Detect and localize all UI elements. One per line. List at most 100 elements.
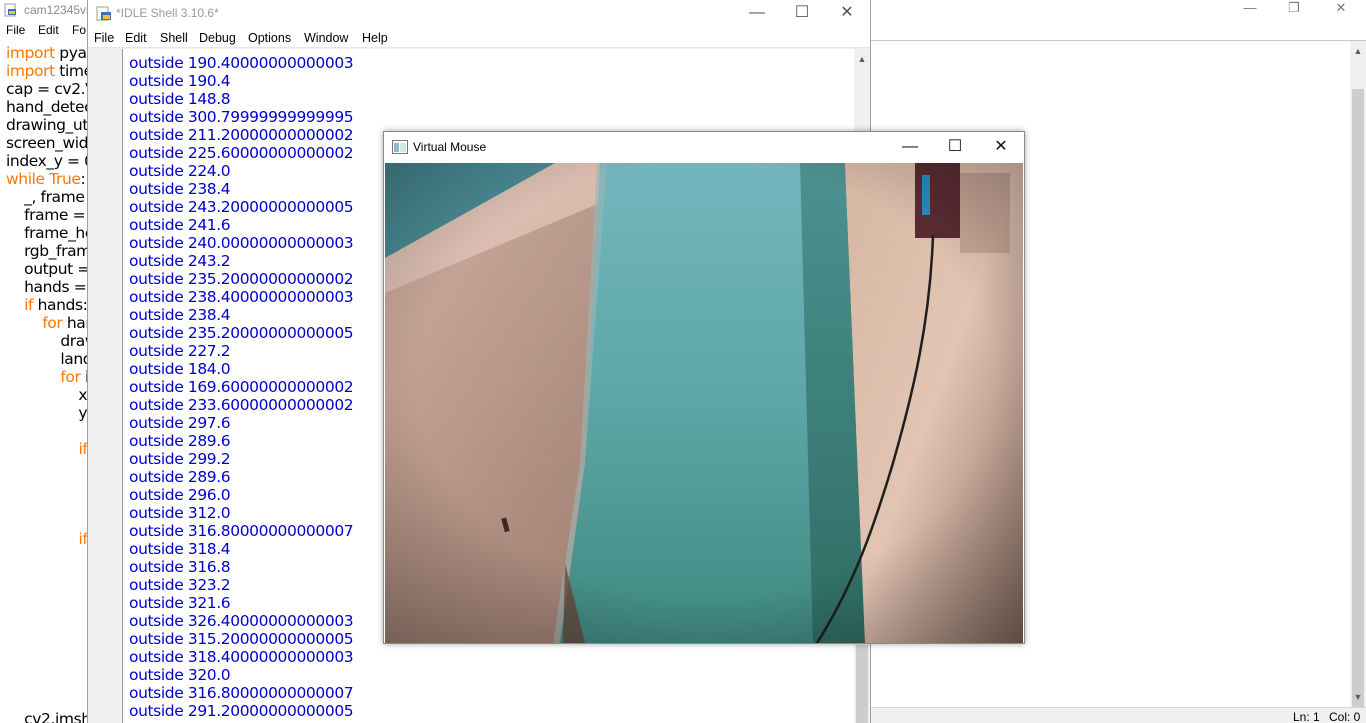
close-icon[interactable]: ✕	[1318, 0, 1364, 18]
editor-vertical-scrollbar[interactable]: ▲ ▼	[1350, 41, 1366, 708]
shell-output-line: outside 190.40000000000003	[129, 54, 354, 72]
shell-output-line: outside 190.4	[129, 72, 231, 90]
code-keyword: while True	[6, 170, 81, 188]
editor-status-bar: Ln: 1 Col: 0	[870, 707, 1366, 723]
shell-menu-window[interactable]: Window	[304, 31, 348, 45]
shell-output-line: outside 297.6	[129, 414, 231, 432]
code-text: :	[80, 170, 86, 188]
code-text: frame = c	[6, 206, 90, 224]
virtual-mouse-titlebar[interactable]: Virtual Mouse — ☐ ✕	[384, 132, 1024, 163]
shell-output-line: outside 318.4	[129, 540, 231, 558]
shell-output-line: outside 235.20000000000005	[129, 324, 354, 342]
code-line: frame_he	[6, 224, 90, 242]
code-text: hands = c	[6, 278, 90, 296]
shell-output-line: outside 238.4	[129, 306, 231, 324]
shell-output-line: outside 235.20000000000002	[129, 270, 354, 288]
code-line: if hands:	[6, 296, 88, 314]
code-line: if i	[6, 440, 90, 458]
shell-menu-shell[interactable]: Shell	[160, 31, 188, 45]
shell-output-line: outside 243.20000000000005	[129, 198, 354, 216]
code-text: han	[66, 314, 90, 332]
minimize-icon[interactable]: —	[1227, 0, 1273, 18]
shell-menu-edit[interactable]: Edit	[125, 31, 147, 45]
code-text: _, frame =	[24, 188, 90, 206]
webcam-feed-image	[385, 163, 1023, 643]
shell-menu-help[interactable]: Help	[362, 31, 388, 45]
editor-window-title: cam12345vm	[24, 3, 97, 17]
code-line: drawing_uti	[6, 116, 90, 134]
code-text: draw	[6, 332, 90, 350]
shell-menu-options[interactable]: Options	[248, 31, 291, 45]
editor-scroll-thumb[interactable]	[1352, 89, 1364, 708]
code-keyword: import	[6, 44, 55, 62]
code-line: while True:	[6, 170, 86, 188]
shell-scroll-thumb[interactable]	[856, 645, 868, 723]
virtual-mouse-title: Virtual Mouse	[413, 140, 487, 154]
editor-menu-file[interactable]: File	[6, 23, 25, 37]
editor-menu-edit[interactable]: Edit	[38, 23, 59, 37]
shell-output-line: outside 289.6	[129, 468, 231, 486]
editor-code-area[interactable]: import pyauimport timecap = cv2.Vhand_de…	[6, 44, 90, 723]
shell-window-title: *IDLE Shell 3.10.6*	[116, 6, 219, 20]
shell-output-line: outside 300.79999999999995	[129, 108, 354, 126]
code-text: drawing_uti	[6, 116, 90, 134]
scroll-up-arrow-icon[interactable]: ▲	[854, 51, 870, 67]
code-text: cv2.imsho	[24, 710, 90, 723]
code-text: hand_detec	[6, 98, 90, 116]
shell-output-line: outside 233.60000000000002	[129, 396, 354, 414]
close-icon[interactable]: ✕	[824, 0, 870, 28]
code-keyword: import	[6, 62, 55, 80]
minimize-icon[interactable]: —	[887, 132, 933, 162]
code-text: frame_he	[6, 224, 90, 242]
shell-menu-file[interactable]: File	[94, 31, 114, 45]
code-text: output = h	[24, 260, 90, 278]
code-line: draw	[6, 332, 90, 350]
close-icon[interactable]: ✕	[978, 132, 1024, 162]
shell-menu-debug[interactable]: Debug	[199, 31, 236, 45]
maximize-icon[interactable]: ☐	[932, 132, 978, 162]
minimize-icon[interactable]: —	[734, 0, 780, 28]
shell-output-line: outside 211.20000000000002	[129, 126, 354, 144]
code-text: cap = cv2.V	[6, 80, 90, 98]
maximize-icon[interactable]: ☐	[779, 0, 825, 28]
code-line: for ic	[6, 368, 90, 386]
python-file-icon	[4, 3, 18, 17]
code-text: x =	[78, 386, 88, 404]
code-text: rgb_fram	[6, 242, 90, 260]
shell-output-line: outside 289.6	[129, 432, 231, 450]
editor-menu-format[interactable]: Fo	[72, 23, 86, 37]
shell-output-line: outside 238.40000000000003	[129, 288, 354, 306]
code-text: hands:	[33, 296, 88, 314]
restore-icon[interactable]: ❐	[1271, 0, 1317, 18]
shell-output-line: outside 316.80000000000007	[129, 684, 354, 702]
code-text: time	[54, 62, 90, 80]
shell-output-line: outside 316.80000000000007	[129, 522, 354, 540]
shell-titlebar[interactable]: *IDLE Shell 3.10.6* — ☐ ✕	[88, 0, 870, 28]
shell-output-line: outside 224.0	[129, 162, 231, 180]
code-line: output = h	[6, 260, 90, 278]
code-line: cv2.imsho	[6, 710, 90, 723]
scroll-down-arrow-icon[interactable]: ▼	[1350, 689, 1366, 705]
code-text: index_y = 0	[6, 152, 90, 170]
editor-menubar: File Edit Fo	[0, 22, 90, 40]
shell-output-line: outside 323.2	[129, 576, 231, 594]
code-line: x =	[6, 386, 90, 404]
code-keyword: if	[24, 296, 34, 314]
scroll-up-arrow-icon[interactable]: ▲	[1350, 43, 1366, 59]
code-text: y =	[78, 404, 88, 422]
code-line: frame = c	[6, 206, 90, 224]
line-number-status: Ln: 1	[1293, 710, 1320, 723]
code-line: _, frame =	[6, 188, 90, 206]
shell-output-line: outside 296.0	[129, 486, 231, 504]
code-line: y =	[6, 404, 90, 422]
code-line: rgb_fram	[6, 242, 90, 260]
code-keyword: for	[60, 368, 81, 386]
virtual-mouse-window: Virtual Mouse — ☐ ✕	[383, 131, 1025, 644]
shell-output-line: outside 321.6	[129, 594, 231, 612]
code-line: if i	[6, 530, 90, 548]
python-idle-icon	[96, 6, 112, 22]
